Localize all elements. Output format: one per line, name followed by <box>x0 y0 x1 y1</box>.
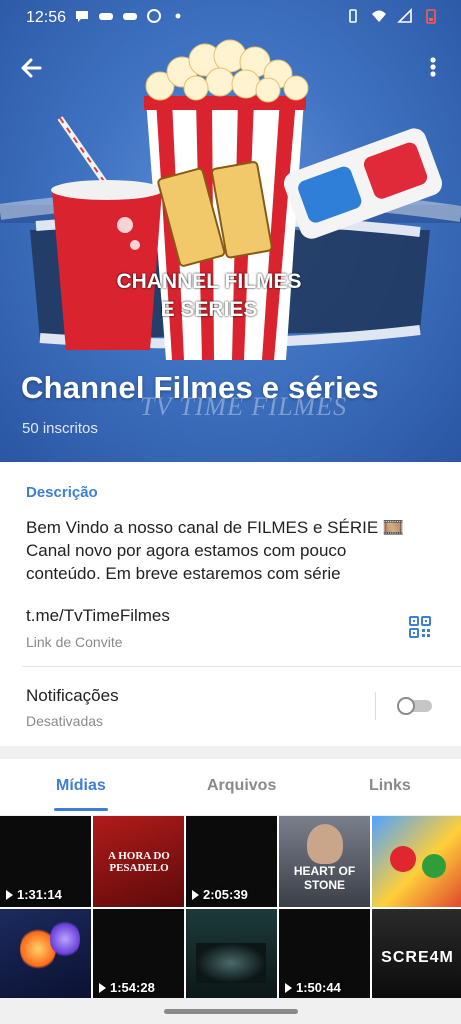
more-vertical-icon <box>430 57 436 77</box>
media-item[interactable] <box>0 909 91 1000</box>
banner-line-1: CHANNEL FILMES <box>116 270 302 293</box>
toggle-switch-icon <box>397 697 432 715</box>
description-line-1: Bem Vindo a nosso canal de FILMES e SÉRI… <box>26 518 405 537</box>
more-options-button[interactable] <box>418 50 448 86</box>
active-tab-indicator <box>54 808 108 811</box>
media-item[interactable]: A HORA DO PESADELO <box>93 816 184 907</box>
banner-line-2: E SERIES <box>160 298 258 321</box>
video-duration: 2:05:39 <box>192 887 248 902</box>
play-icon <box>99 982 106 993</box>
qr-code-button[interactable] <box>408 615 432 639</box>
media-item[interactable]: SCRE4M <box>372 909 461 1000</box>
poster-figures <box>196 943 266 983</box>
video-duration: 1:50:44 <box>285 980 341 995</box>
media-grid: 1:31:14 A HORA DO PESADELO 2:05:39 HEART… <box>0 816 461 1000</box>
duration-text: 1:50:44 <box>296 980 341 995</box>
media-item[interactable]: 1:31:14 <box>0 816 91 907</box>
gamepad-icon-2 <box>123 13 137 20</box>
media-item[interactable]: 2:05:39 <box>186 816 277 907</box>
status-bar: 12:56 <box>0 0 461 36</box>
banner-label: CHANNEL FILMES E SERIES <box>100 268 318 324</box>
poster-water <box>50 919 80 959</box>
media-item[interactable]: 1:50:44 <box>279 909 370 1000</box>
wifi-icon <box>372 10 386 22</box>
poster-face <box>307 824 343 864</box>
vertical-separator <box>375 692 376 720</box>
notifications-status: Desativadas <box>26 713 104 729</box>
description-heading: Descrição <box>26 484 98 501</box>
subscriber-count: 50 inscritos <box>22 420 98 437</box>
poster-title: A HORA DO PESADELO <box>108 850 170 874</box>
dot-icon <box>175 13 181 19</box>
channel-title: Channel Filmes e séries <box>21 370 379 405</box>
arrow-left-icon <box>21 58 42 78</box>
play-icon <box>192 889 199 900</box>
video-duration: 1:31:14 <box>6 887 62 902</box>
media-item[interactable] <box>372 816 461 907</box>
poster-title: HEART OF STONE <box>293 864 356 892</box>
media-item[interactable]: HEART OF STONE <box>279 816 370 907</box>
tab-links[interactable]: Links <box>369 777 411 795</box>
media-item[interactable] <box>186 909 277 1000</box>
home-gesture-handle[interactable] <box>164 1009 298 1014</box>
status-time: 12:56 <box>26 9 67 26</box>
play-icon <box>285 982 292 993</box>
media-item[interactable]: 1:54:28 <box>93 909 184 1000</box>
back-button[interactable] <box>14 50 50 86</box>
qr-code-icon <box>409 616 431 638</box>
media-tabs: Mídias Arquivos Links <box>0 759 461 815</box>
duration-text: 2:05:39 <box>203 887 248 902</box>
whatsapp-icon <box>147 9 161 23</box>
gamepad-icon <box>99 13 113 20</box>
duration-text: 1:31:14 <box>17 887 62 902</box>
chat-bubble-icon <box>76 11 88 22</box>
play-icon <box>6 889 13 900</box>
tab-media[interactable]: Mídias <box>56 777 106 795</box>
notifications-title[interactable]: Notificações <box>26 686 119 706</box>
description-line-3: conteúdo. Em breve estaremos com série <box>26 564 341 583</box>
battery-icon <box>426 9 436 24</box>
invite-link-label: Link de Convite <box>26 634 123 650</box>
notifications-toggle[interactable] <box>396 697 434 715</box>
vibrate-icon <box>349 9 357 23</box>
duration-text: 1:54:28 <box>110 980 155 995</box>
poster-character <box>390 846 416 872</box>
poster-title: SCRE4M <box>381 949 454 966</box>
video-duration: 1:54:28 <box>99 980 155 995</box>
description-text[interactable]: Bem Vindo a nosso canal de FILMES e SÉRI… <box>26 516 436 585</box>
signal-icon <box>397 8 412 23</box>
description-line-2: Canal novo por agora estamos com pouco <box>26 541 347 560</box>
poster-character <box>422 854 446 878</box>
tab-files[interactable]: Arquivos <box>207 777 276 795</box>
invite-link[interactable]: t.me/TvTimeFilmes <box>26 606 170 626</box>
divider <box>22 666 461 667</box>
